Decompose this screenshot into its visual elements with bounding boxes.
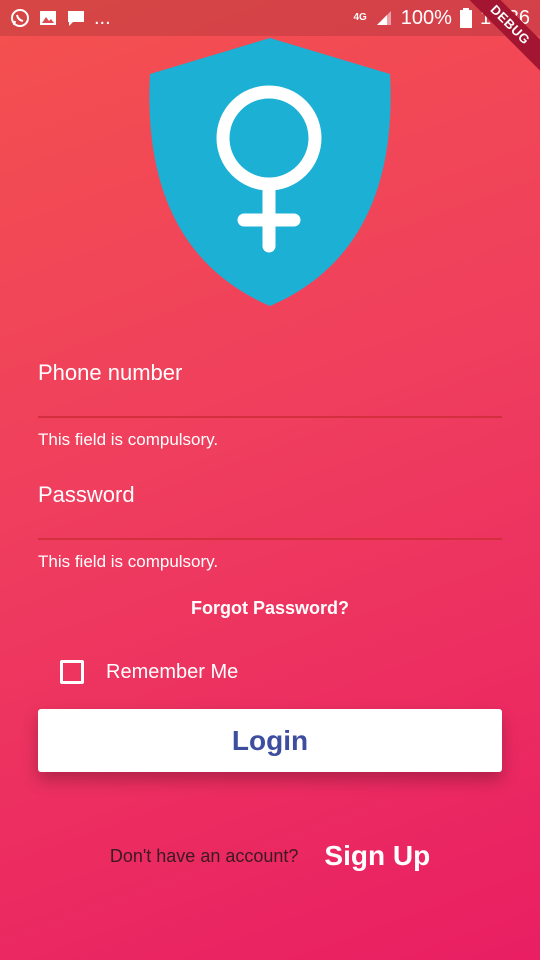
- network-type: 4G: [353, 12, 367, 23]
- female-shield-icon: [149, 38, 391, 306]
- signup-row: Don't have an account? Sign Up: [0, 840, 540, 872]
- more-notifications: ...: [94, 6, 111, 29]
- message-icon: [66, 8, 86, 28]
- signup-prompt: Don't have an account?: [109, 845, 299, 866]
- remember-me-checkbox[interactable]: [60, 660, 84, 684]
- signal-icon: [375, 9, 393, 27]
- phone-number-field[interactable]: Phone number This field is compulsory.: [38, 360, 502, 450]
- phone-number-underline: [38, 416, 502, 418]
- app-logo: [148, 38, 392, 308]
- whatsapp-icon: [10, 8, 30, 28]
- image-icon: [38, 8, 58, 28]
- signup-link[interactable]: Sign Up: [324, 840, 430, 872]
- phone-number-error: This field is compulsory.: [38, 430, 219, 449]
- password-underline: [38, 538, 502, 540]
- status-left: ...: [10, 7, 111, 30]
- password-label: Password: [38, 482, 135, 507]
- password-field[interactable]: Password This field is compulsory.: [38, 482, 502, 572]
- remember-me-row[interactable]: Remember Me: [60, 660, 238, 684]
- login-button[interactable]: Login: [38, 709, 502, 772]
- remember-me-label: Remember Me: [106, 660, 239, 683]
- phone-number-label: Phone number: [38, 360, 183, 385]
- forgot-password-link[interactable]: Forgot Password?: [0, 598, 540, 619]
- password-error: This field is compulsory.: [38, 552, 219, 571]
- status-bar: ... 4G 100% 15:36: [0, 0, 540, 36]
- battery-percent: 100%: [400, 6, 452, 29]
- battery-icon: [459, 8, 472, 28]
